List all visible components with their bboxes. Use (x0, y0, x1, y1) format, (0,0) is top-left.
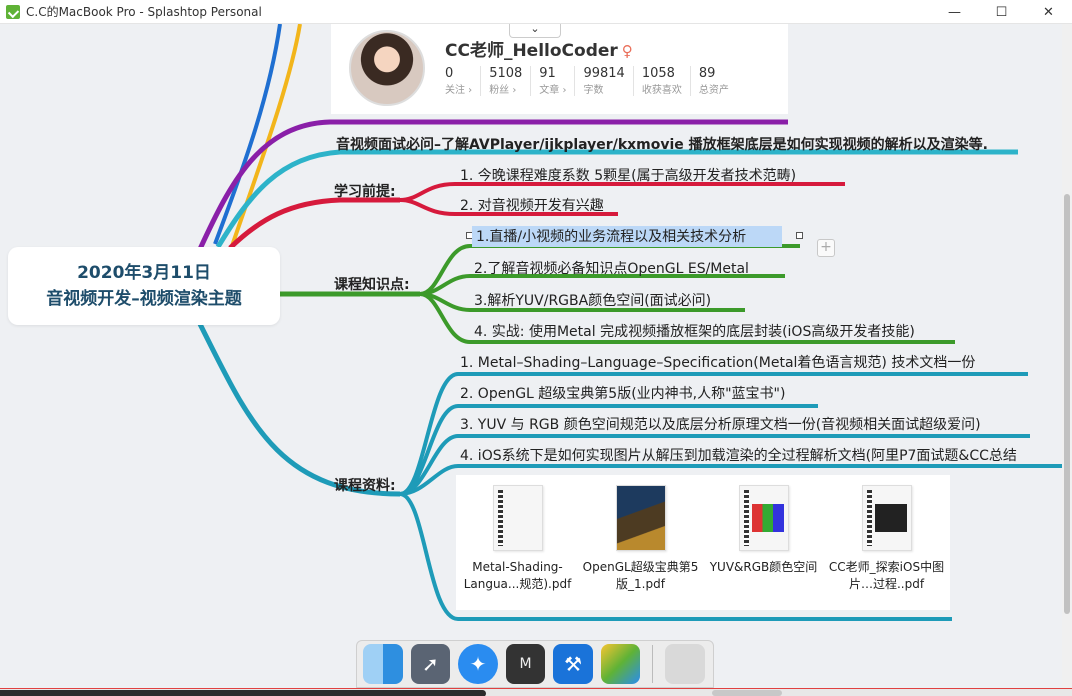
xcode-icon[interactable]: ⚒ (553, 644, 593, 684)
stat-value: 0 (445, 66, 454, 81)
stat-articles[interactable]: 91 文章 › (539, 66, 576, 96)
knowledge-item-4[interactable]: 4. 实战: 使用Metal 完成视频播放框架的底层封装(iOS高级开发者技能) (474, 321, 915, 341)
pdf-file-icon (861, 485, 912, 551)
stat-label: 关注 › (445, 85, 473, 96)
vertical-scrollbar[interactable] (1062, 24, 1072, 688)
file-name: Metal-Shading-Langua...规范).pdf (463, 560, 572, 591)
stat-value: 1058 (641, 66, 675, 81)
minimize-button[interactable]: — (931, 0, 978, 24)
stat-label: 字数 (583, 85, 604, 96)
safari-icon[interactable]: ✦ (458, 644, 498, 684)
stat-words: 99814 字数 (583, 66, 634, 96)
prereq-item-1[interactable]: 1. 今晚课程难度系数 5颗星(属于高级开发者技术范畴) (460, 165, 796, 185)
file-name: CC老师_探索iOS中图片…过程..pdf (828, 560, 945, 591)
resource-item-2[interactable]: 2. OpenGL 超级宝典第5版(业内神书,人称"蓝宝书") (460, 383, 785, 403)
stat-value: 5108 (489, 66, 523, 81)
stat-followers[interactable]: 5108 粉丝 › (489, 66, 532, 96)
central-topic-title: 音视频开发–视频渲染主题 (46, 289, 242, 309)
stat-value: 99814 (583, 66, 625, 81)
branch-knowledge[interactable]: 课程知识点: (334, 274, 410, 294)
stat-label: 收获喜欢 (641, 85, 682, 96)
launchpad-icon[interactable]: ➚ (410, 644, 451, 684)
profile-name-text: CC老师_HelloCoder (445, 41, 618, 61)
stat-following[interactable]: 0 关注 › (445, 66, 482, 96)
trash-icon[interactable] (665, 644, 706, 684)
stat-label: 粉丝 › (489, 85, 517, 96)
central-topic[interactable]: 2020年3月11日 音视频开发–视频渲染主题 (8, 247, 280, 325)
resource-item-1[interactable]: 1. Metal–Shading–Language–Specification(… (460, 352, 975, 372)
stat-likes: 1058 收获喜欢 (642, 66, 691, 96)
dock-separator (652, 645, 654, 683)
file-yuv-rgb[interactable]: YUV&RGB颜色空间 (702, 475, 825, 610)
horizontal-scrollbar[interactable] (0, 688, 1072, 696)
file-metal-spec[interactable]: Metal-Shading-Langua...规范).pdf (456, 475, 579, 610)
prereq-item-2[interactable]: 2. 对音视频开发有兴趣 (460, 195, 604, 215)
resource-item-3[interactable]: 3. YUV 与 RGB 颜色空间规范以及底层分析原理文档一份(音视频相关面试超… (460, 414, 981, 434)
attachments-panel: Metal-Shading-Langua...规范).pdf OpenGL超级宝… (456, 475, 950, 610)
stat-label: 文章 › (539, 85, 567, 96)
stat-label: 总资产 (698, 85, 729, 96)
maximize-button[interactable]: ☐ (978, 0, 1025, 24)
profile-card: CC老师_HelloCoder ♀ 0 关注 › 5108 粉丝 › 91 文章 › 9… (331, 24, 788, 114)
female-icon: ♀ (621, 42, 633, 60)
code-editor-icon[interactable]: M (505, 644, 546, 684)
book-cover-icon (615, 485, 666, 551)
selection-handle[interactable] (796, 232, 803, 239)
stat-value: 91 (539, 66, 556, 81)
profile-name[interactable]: CC老师_HelloCoder ♀ (445, 36, 633, 61)
scrollbar-thumb[interactable] (1064, 194, 1070, 614)
knowledge-item-2[interactable]: 2.了解音视频必备知识点OpenGL ES/Metal (474, 258, 749, 278)
scrollbar-thumb[interactable] (0, 690, 486, 696)
topic-interview[interactable]: 音视频面试必问–了解AVPlayer/ijkplayer/kxmovie 播放框… (336, 134, 988, 154)
scrollbar-thumb[interactable] (712, 690, 782, 696)
finder-icon[interactable] (363, 644, 403, 684)
knowledge-item-3[interactable]: 3.解析YUV/RGBA颜色空间(面试必问) (474, 290, 711, 310)
knowledge-item-1[interactable]: 1.直播/小视频的业务流程以及相关技术分析 (472, 226, 783, 247)
collapse-toolbar-button[interactable]: ⌄ (509, 24, 561, 38)
stat-assets: 89 总资产 (699, 66, 737, 96)
file-ios-image[interactable]: CC老师_探索iOS中图片…过程..pdf (825, 475, 948, 610)
file-name: OpenGL超级宝典第5版_1.pdf (582, 560, 699, 591)
central-topic-date: 2020年3月11日 (77, 263, 211, 283)
branch-prereq[interactable]: 学习前提: (334, 181, 396, 201)
file-opengl-book[interactable]: OpenGL超级宝典第5版_1.pdf (579, 475, 702, 610)
pdf-file-icon (738, 485, 789, 551)
window-title: C.C的MacBook Pro - Splashtop Personal (26, 5, 262, 19)
profile-stats: 0 关注 › 5108 粉丝 › 91 文章 › 99814 字数 1058 收获喜欢 8… (445, 66, 745, 96)
branch-resources[interactable]: 课程资料: (334, 475, 396, 495)
resource-item-4[interactable]: 4. iOS系统下是如何实现图片从解压到加载渲染的全过程解析文档(阿里P7面试题… (460, 445, 1017, 465)
splashtop-app-icon (6, 4, 20, 19)
stat-value: 89 (698, 66, 716, 81)
add-node-button[interactable]: + (817, 239, 835, 257)
close-button[interactable]: ✕ (1025, 0, 1072, 24)
window-titlebar: C.C的MacBook Pro - Splashtop Personal — ☐… (0, 0, 1072, 24)
avatar[interactable] (349, 30, 425, 106)
file-name: YUV&RGB颜色空间 (709, 560, 818, 574)
pdf-file-icon (492, 485, 543, 551)
mindnode-icon[interactable] (600, 644, 641, 684)
mindmap-canvas[interactable]: CC老师_HelloCoder ♀ 0 关注 › 5108 粉丝 › 91 文章 › 9… (0, 24, 1062, 688)
macos-dock: ➚ ✦ M ⚒ (356, 640, 714, 688)
